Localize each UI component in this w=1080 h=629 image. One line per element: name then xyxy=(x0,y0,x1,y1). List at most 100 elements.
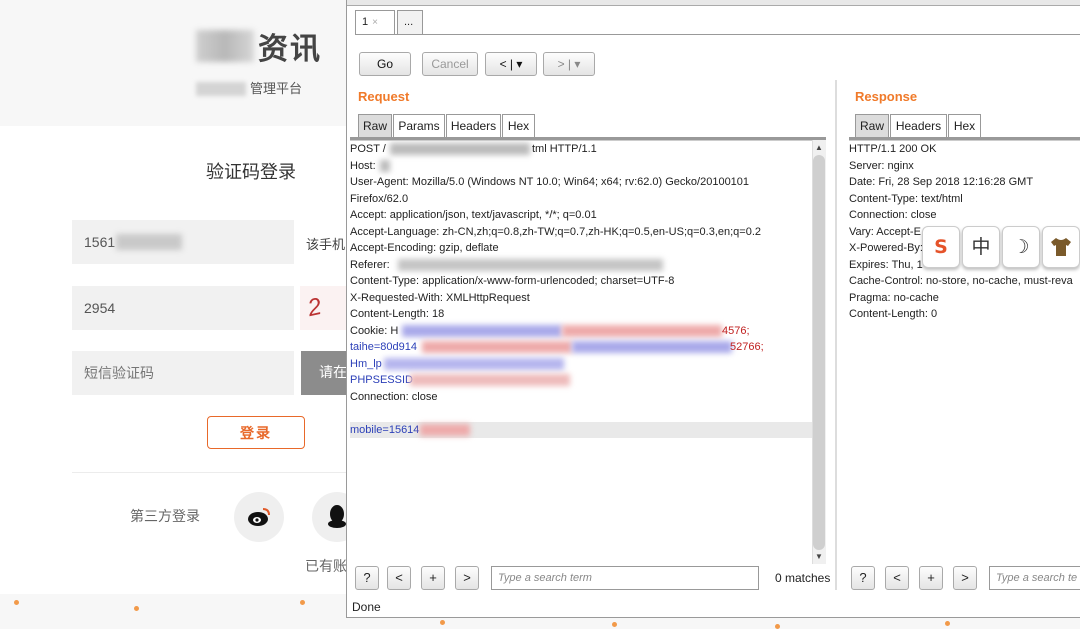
decor-dot xyxy=(775,624,780,629)
decor-dot xyxy=(300,600,305,605)
ime-logo-icon[interactable]: S xyxy=(922,226,960,268)
response-line: Cache-Control: no-store, no-cache, must-… xyxy=(849,275,1073,287)
tab-headers[interactable]: Headers xyxy=(446,114,501,138)
tab-hex[interactable]: Hex xyxy=(948,114,981,138)
response-label: Response xyxy=(855,89,918,104)
search-prev-button[interactable]: < xyxy=(885,566,909,590)
decor-dot xyxy=(945,621,950,626)
main-tab-strip[interactable] xyxy=(347,0,1080,6)
decor-dot xyxy=(440,620,445,625)
logo-title: 资讯 xyxy=(258,32,322,67)
back-arrow-icon: < xyxy=(499,57,507,71)
request-line: Accept-Encoding: gzip, deflate xyxy=(350,242,499,254)
weibo-icon[interactable] xyxy=(234,492,284,542)
redacted xyxy=(572,341,732,353)
history-back-button[interactable]: < | ▾ xyxy=(485,52,537,76)
response-line: Date: Fri, 28 Sep 2018 12:16:28 GMT xyxy=(849,176,1034,188)
redacted xyxy=(390,143,530,155)
redacted xyxy=(384,357,564,370)
request-search-bar: ? < + > Type a search term 0 matches xyxy=(355,566,831,590)
sms-code-input[interactable] xyxy=(72,351,294,395)
redacted xyxy=(422,341,572,353)
burp-repeater-window: 1 × ... Go Cancel < | ▾ > | ▾ Request Raw… xyxy=(346,0,1080,618)
request-line: Content-Type: application/x-www-form-url… xyxy=(350,275,675,287)
shirt-icon[interactable] xyxy=(1042,226,1080,268)
repeater-tab-new[interactable]: ... xyxy=(397,10,423,34)
search-prev-button[interactable]: < xyxy=(387,566,411,590)
request-line xyxy=(350,405,826,422)
request-line: Cookie: H 4576; xyxy=(350,324,750,337)
redacted xyxy=(380,159,390,172)
redacted xyxy=(410,374,570,386)
request-line: Accept: application/json, text/javascrip… xyxy=(350,209,597,221)
forward-arrow-icon: > xyxy=(557,57,565,71)
login-title: 验证码登录 xyxy=(206,162,296,183)
match-count: 0 matches xyxy=(775,571,831,585)
scroll-up-icon[interactable]: ▲ xyxy=(815,143,823,152)
search-input[interactable]: Type a search te xyxy=(989,566,1080,590)
request-scrollbar-thumb[interactable] xyxy=(813,155,825,550)
request-line: Content-Length: 18 xyxy=(350,308,445,320)
close-icon[interactable]: × xyxy=(372,17,378,28)
response-viewer[interactable]: HTTP/1.1 200 OK Server: nginx Date: Fri,… xyxy=(849,140,1080,560)
phone-redacted xyxy=(116,234,182,250)
logo-sub-redacted xyxy=(196,82,246,96)
search-next-button[interactable]: > xyxy=(455,566,479,590)
help-button[interactable]: ? xyxy=(355,566,379,590)
help-button[interactable]: ? xyxy=(851,566,875,590)
response-line: Connection: close xyxy=(849,209,937,221)
tab-headers[interactable]: Headers xyxy=(890,114,947,138)
tab-label: 1 xyxy=(362,16,369,28)
search-next-button[interactable]: > xyxy=(953,566,977,590)
request-line: Hm_lp xyxy=(350,356,826,373)
third-party-label: 第三方登录 xyxy=(130,509,200,525)
chevron-down-icon: ▾ xyxy=(516,57,523,71)
phone-input[interactable] xyxy=(72,220,294,264)
redacted xyxy=(562,324,722,337)
tab-params[interactable]: Params xyxy=(393,114,445,138)
chevron-down-icon: ▾ xyxy=(574,57,581,71)
tab-raw[interactable]: Raw xyxy=(855,114,889,138)
login-card: 验证码登录 该手机 2 请在 登录 第三方登录 已有账 xyxy=(0,126,362,594)
repeater-tab-1[interactable]: 1 × xyxy=(355,10,395,34)
redacted xyxy=(402,324,562,337)
redacted xyxy=(420,423,470,436)
response-line: HTTP/1.1 200 OK xyxy=(849,143,937,155)
search-options-button[interactable]: + xyxy=(421,566,445,590)
pane-splitter[interactable] xyxy=(835,80,837,590)
redacted xyxy=(398,258,663,271)
cancel-button[interactable]: Cancel xyxy=(422,52,478,76)
phone-hint: 该手机 xyxy=(306,238,346,253)
ime-language-toggle[interactable]: 中 xyxy=(962,226,1000,268)
scroll-down-icon[interactable]: ▼ xyxy=(815,552,823,561)
search-input[interactable]: Type a search term xyxy=(491,566,759,590)
search-options-button[interactable]: + xyxy=(919,566,943,590)
request-line: Accept-Language: zh-CN,zh;q=0.8,zh-TW;q=… xyxy=(350,225,762,238)
request-line: taihe=80d914 52766; xyxy=(350,341,764,353)
captcha-input[interactable] xyxy=(72,286,294,330)
divider xyxy=(72,472,360,473)
tab-hex[interactable]: Hex xyxy=(502,114,535,138)
request-editor[interactable]: POST / tml HTTP/1.1 Host: User-Agent: Moz… xyxy=(350,140,826,560)
tab-underline xyxy=(355,34,1080,35)
request-line: Connection: close xyxy=(350,390,438,403)
response-line: Server: nginx xyxy=(849,159,914,172)
logo-subtitle: 管理平台 xyxy=(250,82,303,97)
decor-dot xyxy=(134,606,139,611)
go-button[interactable]: Go xyxy=(359,52,411,76)
response-line: Content-Type: text/html xyxy=(849,192,963,205)
tab-raw[interactable]: Raw xyxy=(358,114,392,138)
response-line: Pragma: no-cache xyxy=(849,291,939,304)
history-forward-button[interactable]: > | ▾ xyxy=(543,52,595,76)
decor-dot xyxy=(612,622,617,627)
request-line: Referer: xyxy=(350,257,826,274)
request-line: Firefox/62.0 xyxy=(350,192,409,205)
login-button[interactable]: 登录 xyxy=(207,416,305,449)
request-label: Request xyxy=(358,89,410,104)
response-search-bar: ? < + > Type a search te xyxy=(851,566,1080,590)
status-bar: Done xyxy=(352,600,381,614)
request-line: X-Requested-With: XMLHttpRequest xyxy=(350,291,530,304)
moon-icon[interactable]: ☽ xyxy=(1002,226,1040,268)
request-line: PHPSESSID xyxy=(350,372,826,389)
request-line: Host: xyxy=(350,158,826,175)
